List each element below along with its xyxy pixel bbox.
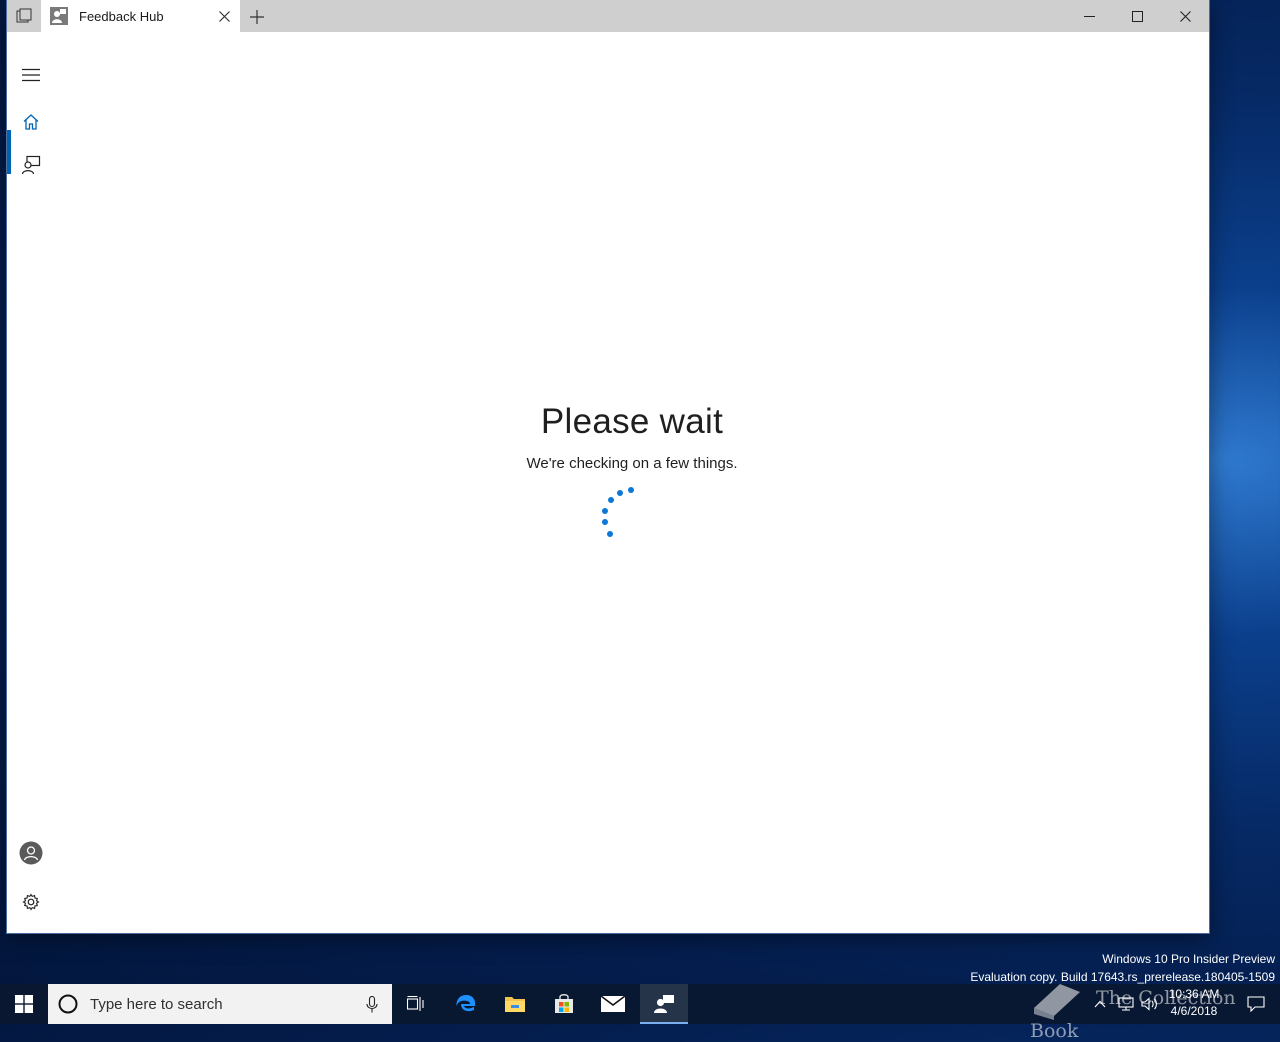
- settings-button[interactable]: [7, 882, 55, 922]
- feedback-hub-taskbar-button[interactable]: [640, 984, 688, 1024]
- windows-logo-icon: [15, 995, 33, 1013]
- maximize-button[interactable]: [1113, 0, 1161, 32]
- new-tab-button[interactable]: [248, 8, 266, 26]
- plus-icon: [250, 10, 264, 24]
- close-icon: [1179, 10, 1191, 22]
- loading-panel: Please wait We're checking on a few thin…: [55, 32, 1209, 933]
- watermark-edition: Windows 10 Pro Insider Preview: [1102, 952, 1275, 966]
- search-placeholder: Type here to search: [90, 995, 223, 1013]
- edge-taskbar-button[interactable]: [442, 984, 490, 1024]
- microphone-icon[interactable]: [366, 996, 378, 1013]
- book-logo-icon: [1034, 984, 1080, 1020]
- file-explorer-icon: [505, 997, 525, 1012]
- tab-close-button[interactable]: [216, 8, 232, 24]
- cortana-icon: [58, 994, 78, 1014]
- task-view-icon: [407, 996, 424, 1011]
- feedback-hub-window: Feedback Hub Please wait We're checking …: [7, 0, 1209, 933]
- menu-button[interactable]: [7, 55, 55, 95]
- minimize-icon: [1083, 15, 1095, 17]
- hamburger-icon: [22, 68, 40, 82]
- gear-icon: [22, 893, 40, 911]
- minimize-button[interactable]: [1065, 0, 1113, 32]
- account-button[interactable]: [7, 833, 55, 873]
- feedback-hub-app-icon: [50, 7, 68, 25]
- set-aside-tabs-button[interactable]: [7, 0, 41, 32]
- feedback-hub-icon: [654, 995, 674, 1013]
- store-taskbar-button[interactable]: [540, 984, 588, 1024]
- home-icon: [23, 114, 39, 130]
- close-button[interactable]: [1161, 0, 1209, 32]
- navigation-pane: [7, 32, 55, 933]
- start-button[interactable]: [0, 984, 48, 1024]
- close-icon: [218, 10, 230, 22]
- nav-item-home[interactable]: [7, 102, 55, 142]
- nav-item-feedback[interactable]: [7, 145, 55, 185]
- mail-taskbar-button[interactable]: [589, 984, 637, 1024]
- search-box[interactable]: Type here to search: [48, 984, 392, 1024]
- title-bar[interactable]: Feedback Hub: [7, 0, 1209, 32]
- window-caption-buttons: [1065, 0, 1209, 32]
- file-explorer-taskbar-button[interactable]: [491, 984, 539, 1024]
- feedback-icon: [21, 155, 41, 175]
- account-icon: [19, 841, 43, 865]
- tab-title: Feedback Hub: [79, 8, 164, 24]
- maximize-icon: [1131, 10, 1143, 22]
- brand-watermark-overlay: The Collection Book: [1030, 978, 1280, 1042]
- store-icon: [555, 994, 573, 1013]
- tabs-icon: [16, 8, 32, 23]
- loading-message: We're checking on a few things.: [526, 455, 738, 472]
- page-title: Please wait: [540, 402, 724, 441]
- edge-icon: [456, 995, 476, 1012]
- tab-feedback-hub[interactable]: Feedback Hub: [41, 0, 240, 32]
- mail-icon: [601, 996, 625, 1012]
- task-view-button[interactable]: [392, 984, 440, 1024]
